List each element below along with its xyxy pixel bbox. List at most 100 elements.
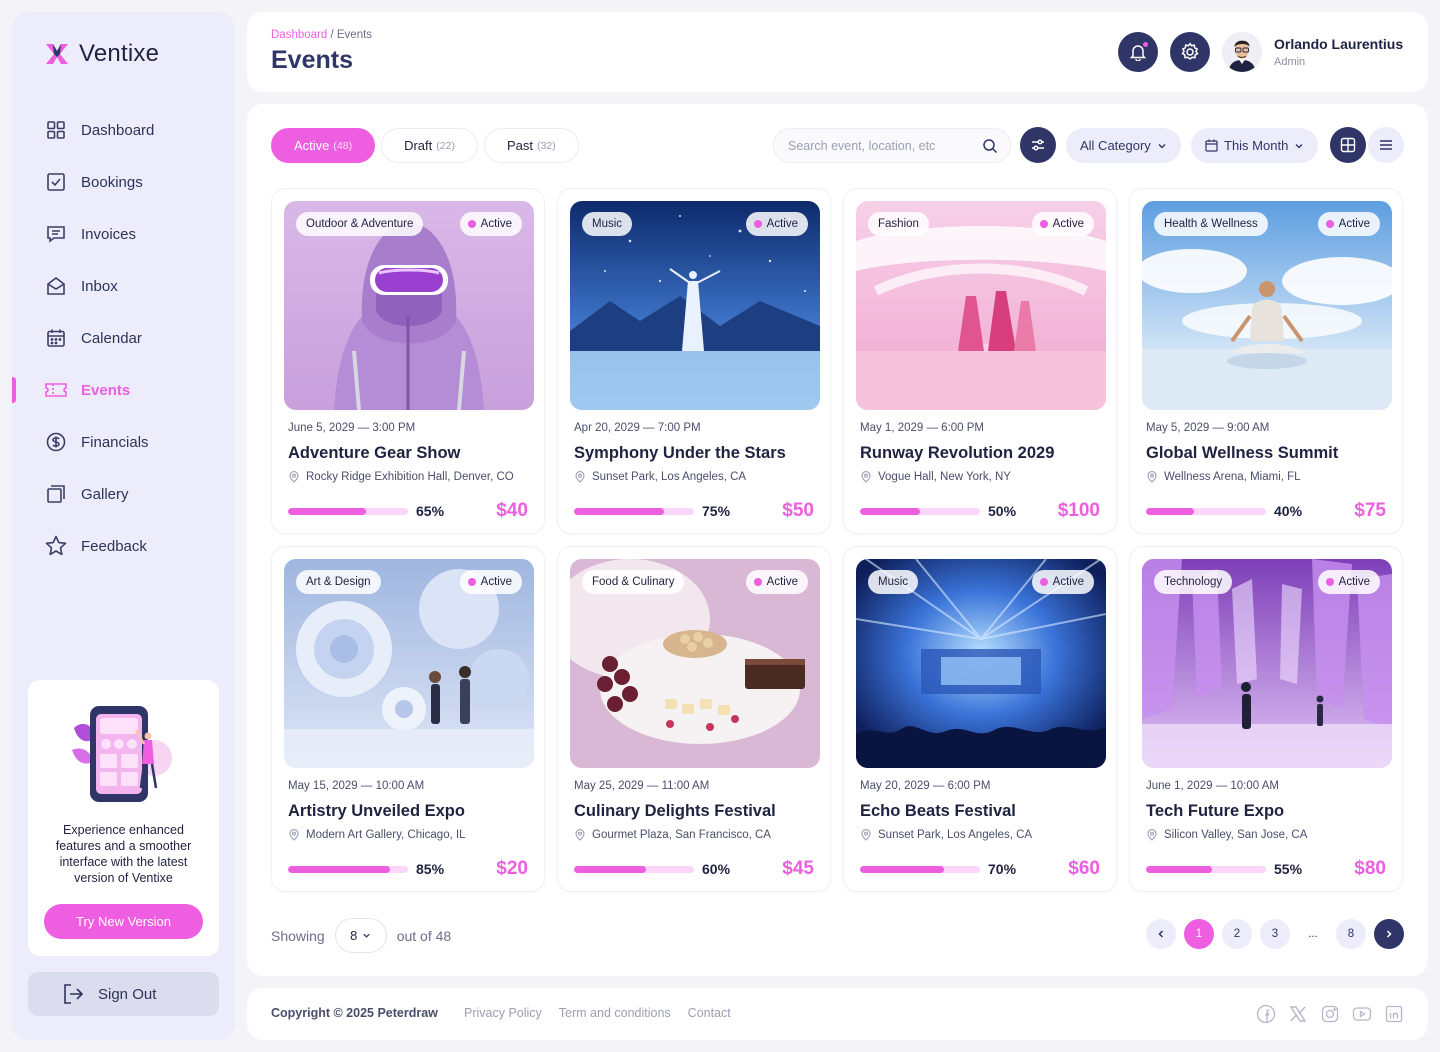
event-card[interactable]: Music Active Apr 20, 2029 — 7:00 PM Symp…	[557, 188, 831, 534]
per-page-value: 8	[350, 928, 358, 943]
event-card[interactable]: Fashion Active May 1, 2029 — 6:00 PM Run…	[843, 188, 1117, 534]
out-of-label: out of 48	[396, 927, 452, 944]
event-location: Vogue Hall, New York, NY	[860, 471, 1011, 483]
brand-logo[interactable]: Ventixe	[45, 40, 159, 68]
facebook-icon[interactable]	[1256, 1004, 1276, 1024]
events-panel: Active (48) Draft (22) Past (32) Search …	[247, 104, 1428, 976]
footer-links: Privacy Policy Term and conditions Conta…	[464, 1006, 731, 1020]
event-title[interactable]: Artistry Unveiled Expo	[288, 802, 465, 821]
sidebar-item-label: Bookings	[81, 173, 143, 191]
sidebar: Ventixe Dashboard Bookings Invoices Inbo…	[12, 12, 235, 1040]
breadcrumb-dashboard-link[interactable]: Dashboard	[271, 29, 327, 41]
event-location: Wellness Arena, Miami, FL	[1146, 471, 1301, 483]
sidebar-item-events[interactable]: Events	[12, 364, 235, 416]
status-dot	[467, 578, 476, 586]
event-location-text: Vogue Hall, New York, NY	[878, 471, 1011, 483]
event-title[interactable]: Global Wellness Summit	[1146, 444, 1338, 463]
status-label: Active	[480, 576, 512, 588]
notifications-button[interactable]	[1118, 32, 1158, 72]
chevron-right-icon	[1386, 930, 1392, 938]
page-title: Events	[271, 46, 353, 74]
sidebar-item-gallery[interactable]: Gallery	[12, 468, 235, 520]
sidebar-nav: Dashboard Bookings Invoices Inbox Calend…	[12, 104, 235, 572]
event-location-text: Sunset Park, Los Angeles, CA	[878, 829, 1033, 841]
sidebar-item-label: Feedback	[81, 537, 147, 555]
status-label: Active	[766, 218, 798, 230]
settings-button[interactable]	[1170, 32, 1210, 72]
page-button[interactable]: 8	[1336, 919, 1366, 949]
event-title[interactable]: Symphony Under the Stars	[574, 444, 786, 463]
prev-page-button[interactable]	[1146, 919, 1176, 949]
event-location-text: Modern Art Gallery, Chicago, IL	[306, 829, 466, 841]
event-image: Outdoor & Adventure Active	[284, 201, 534, 410]
status-label: Active	[766, 576, 798, 588]
contact-link[interactable]: Contact	[688, 1006, 731, 1020]
try-new-version-button[interactable]: Try New Version	[44, 904, 203, 939]
tab-active[interactable]: Active (48)	[271, 128, 376, 163]
event-location-text: Rocky Ridge Exhibition Hall, Denver, CO	[306, 471, 514, 483]
ticket-progress-fill	[860, 866, 944, 873]
event-card[interactable]: Music Active May 20, 2029 — 6:00 PM Echo…	[843, 546, 1117, 892]
sidebar-item-feedback[interactable]: Feedback	[12, 520, 235, 572]
status-dot	[1325, 578, 1334, 586]
event-title[interactable]: Culinary Delights Festival	[574, 802, 776, 821]
sidebar-item-financials[interactable]: Financials	[12, 416, 235, 468]
search-icon	[983, 139, 998, 154]
event-card[interactable]: Technology Active June 1, 2029 — 10:00 A…	[1129, 546, 1403, 892]
terms-link[interactable]: Term and conditions	[559, 1006, 671, 1020]
event-title[interactable]: Tech Future Expo	[1146, 802, 1284, 821]
sidebar-item-calendar[interactable]: Calendar	[12, 312, 235, 364]
youtube-icon[interactable]	[1352, 1004, 1372, 1024]
per-page-select[interactable]: 8	[334, 918, 387, 953]
app-name: Ventixe	[79, 40, 160, 67]
search-input[interactable]: Search event, location, etc	[773, 128, 1011, 163]
event-title[interactable]: Echo Beats Festival	[860, 802, 1016, 821]
grid-view-toggle[interactable]	[1330, 127, 1366, 163]
period-dropdown[interactable]: This Month	[1191, 128, 1319, 163]
sidebar-item-invoices[interactable]: Invoices	[12, 208, 235, 260]
instagram-icon[interactable]	[1320, 1004, 1340, 1024]
ticket-progress-fill	[574, 866, 646, 873]
sidebar-item-inbox[interactable]: Inbox	[12, 260, 235, 312]
sign-out-button[interactable]: Sign Out	[28, 972, 219, 1016]
calendar-icon	[45, 327, 67, 349]
event-title[interactable]: Adventure Gear Show	[288, 444, 460, 463]
sidebar-item-label: Calendar	[81, 329, 142, 347]
filter-button[interactable]	[1020, 127, 1056, 163]
event-price: $45	[782, 858, 814, 879]
event-price: $20	[496, 858, 528, 879]
page-button[interactable]: 3	[1260, 919, 1290, 949]
event-title[interactable]: Runway Revolution 2029	[860, 444, 1054, 463]
privacy-policy-link[interactable]: Privacy Policy	[464, 1006, 542, 1020]
tab-past[interactable]: Past (32)	[483, 128, 579, 163]
event-card[interactable]: Outdoor & Adventure Active June 5, 2029 …	[271, 188, 545, 534]
next-page-button[interactable]	[1374, 919, 1404, 949]
ticket-progress-percent: 85%	[416, 861, 445, 877]
category-dropdown-label: All Category	[1080, 138, 1151, 153]
event-card[interactable]: Health & Wellness Active May 5, 2029 — 9…	[1129, 188, 1403, 534]
page-button[interactable]: 1	[1184, 919, 1214, 949]
sidebar-item-bookings[interactable]: Bookings	[12, 156, 235, 208]
footer: Copyright © 2025 Peterdraw Privacy Polic…	[247, 988, 1428, 1040]
ticket-icon	[45, 379, 67, 401]
status-label: Active	[1052, 218, 1084, 230]
sidebar-item-dashboard[interactable]: Dashboard	[12, 104, 235, 156]
category-dropdown[interactable]: All Category	[1066, 128, 1181, 163]
event-location-text: Sunset Park, Los Angeles, CA	[592, 471, 747, 483]
status-tabs: Active (48) Draft (22) Past (32)	[271, 128, 579, 163]
category-chip: Music	[868, 570, 919, 594]
ticket-progress-fill	[288, 508, 366, 515]
event-location: Gourmet Plaza, San Francisco, CA	[574, 829, 771, 841]
event-card[interactable]: Art & Design Active May 15, 2029 — 10:00…	[271, 546, 545, 892]
event-card[interactable]: Food & Culinary Active May 25, 2029 — 11…	[557, 546, 831, 892]
location-pin-icon	[861, 471, 871, 483]
list-view-toggle[interactable]	[1368, 127, 1404, 163]
user-avatar[interactable]	[1222, 32, 1262, 72]
x-icon[interactable]	[1288, 1004, 1308, 1024]
linkedin-icon[interactable]	[1384, 1004, 1404, 1024]
tab-draft[interactable]: Draft (22)	[381, 128, 478, 163]
page-ellipsis: ...	[1308, 928, 1318, 940]
page-button[interactable]: 2	[1222, 919, 1252, 949]
tab-label: Draft	[404, 138, 433, 153]
ticket-progress-fill	[288, 866, 390, 873]
